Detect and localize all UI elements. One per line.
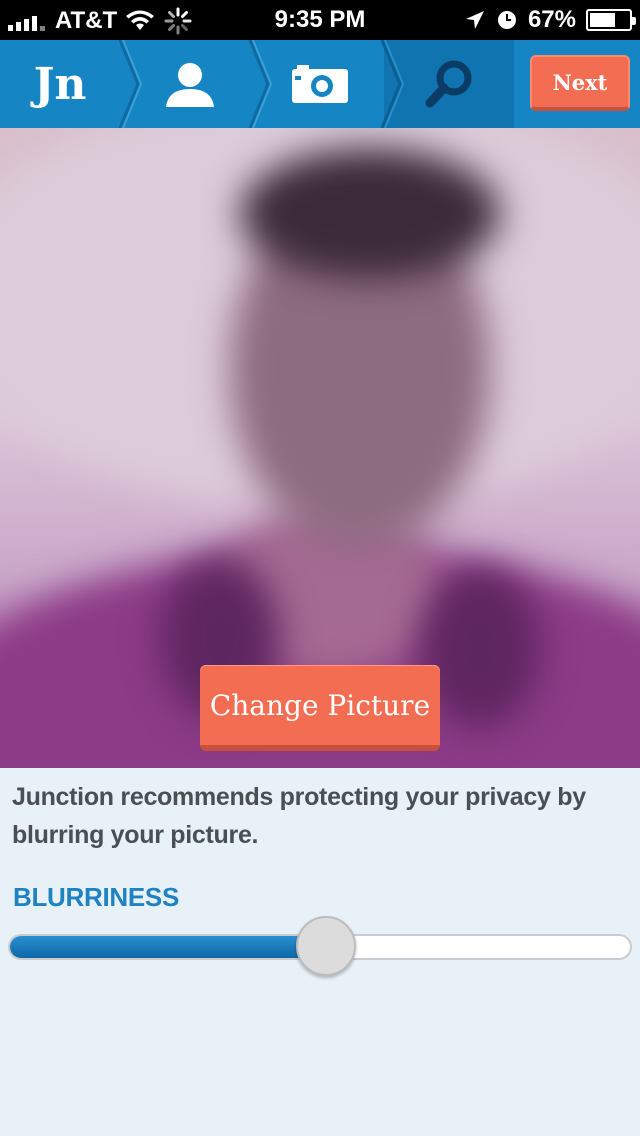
step-profile[interactable] — [130, 40, 250, 128]
step-nav-bar: Jn Next — [0, 40, 640, 128]
battery-fill — [590, 13, 616, 27]
alarm-clock-icon — [497, 11, 516, 29]
step-search[interactable] — [395, 40, 505, 128]
blurriness-slider-fill — [10, 936, 329, 958]
status-right: 67% — [464, 6, 636, 34]
privacy-description: Junction recommends protecting your priv… — [12, 783, 586, 849]
camera-icon — [292, 65, 348, 103]
change-picture-button[interactable]: Change Picture — [200, 665, 440, 751]
profile-icon — [166, 63, 214, 107]
search-icon — [425, 60, 472, 108]
location-arrow-icon — [465, 11, 484, 29]
app-logo[interactable]: Jn — [0, 40, 120, 128]
blurriness-slider-thumb[interactable] — [296, 916, 357, 976]
photo-blur-hair — [240, 148, 500, 278]
battery-percent: 67% — [527, 6, 576, 33]
blurriness-label: BLURRINESS — [13, 882, 180, 912]
next-button[interactable]: Next — [530, 55, 630, 111]
battery-icon — [586, 9, 636, 31]
status-bar: AT&T 9:35 PM 67% — [0, 0, 640, 40]
step-photo[interactable] — [260, 40, 380, 128]
